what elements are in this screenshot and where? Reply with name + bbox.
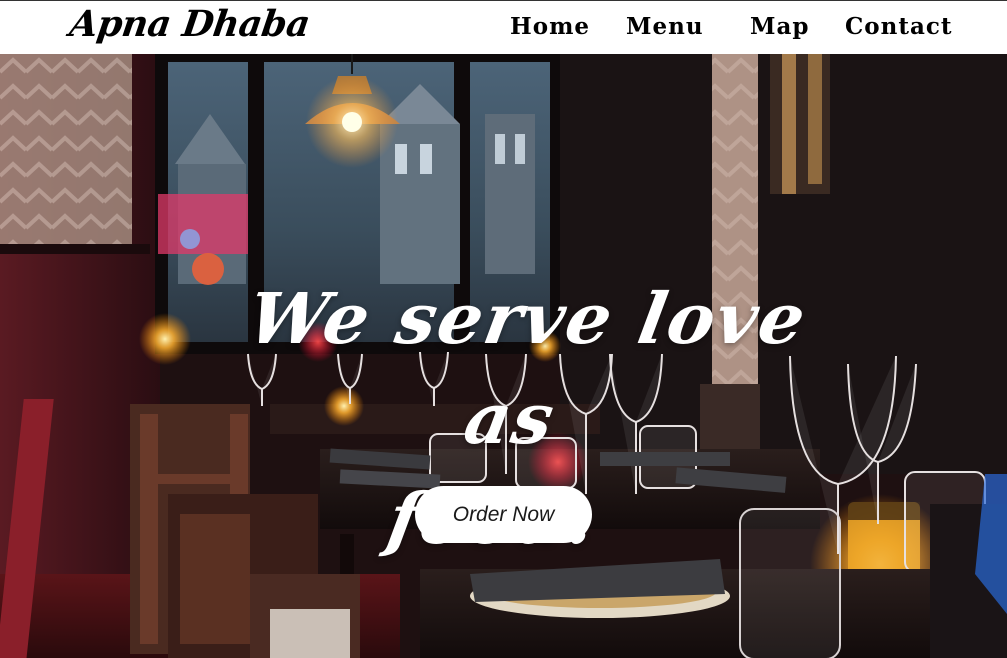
nav-link-map[interactable]: Map [750,13,809,40]
nav-link-menu[interactable]: Menu [626,13,704,40]
hero-section: We serve love as food. Order Now [0,54,1007,658]
page: Apna Dhaba Home Menu Map Contact We serv… [0,0,1007,658]
hero-headline-line1: We serve love as [242,277,814,460]
navbar: Apna Dhaba Home Menu Map Contact [0,0,1007,54]
nav-link-home[interactable]: Home [510,13,590,40]
nav-link-contact[interactable]: Contact [845,13,953,40]
order-now-button[interactable]: Order Now [415,486,592,543]
nav-links: Home Menu Map Contact [0,13,1007,43]
